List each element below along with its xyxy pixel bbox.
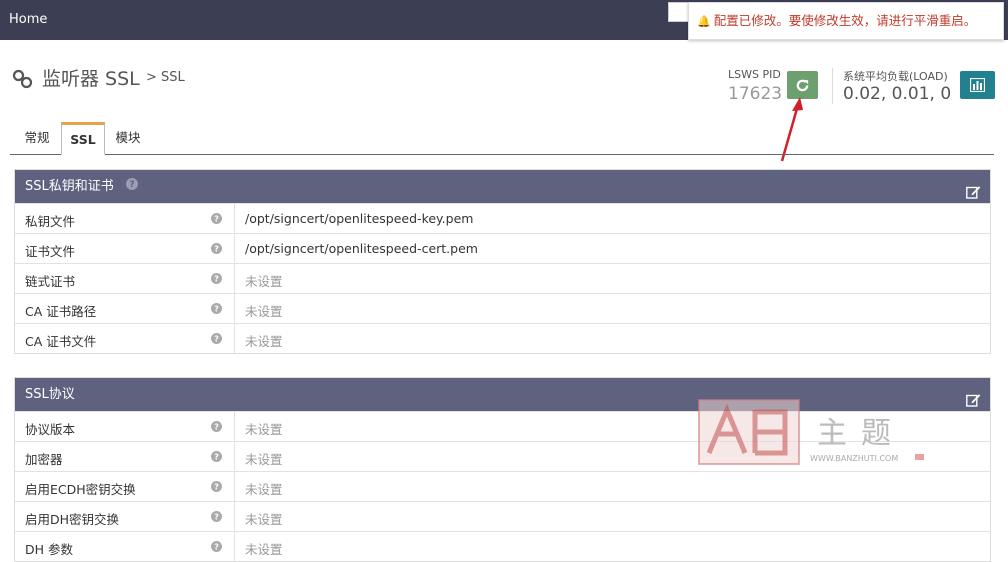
- row-value: 未设置: [245, 422, 283, 437]
- table-row: 启用ECDH密钥交换 ? 未设置: [15, 471, 990, 501]
- row-value: 未设置: [245, 334, 283, 349]
- help-icon[interactable]: ?: [211, 302, 222, 317]
- load-value: 0.02, 0.01, 0: [843, 84, 952, 104]
- help-icon[interactable]: ?: [211, 540, 222, 555]
- table-row: DH 参数 ? 未设置: [15, 531, 990, 561]
- help-icon[interactable]: ?: [211, 242, 222, 257]
- table-row: 启用DH密钥交换 ? 未设置: [15, 501, 990, 531]
- svg-text:?: ?: [214, 421, 219, 431]
- notice-toggle[interactable]: [668, 2, 690, 22]
- watermark-seal-icon: [698, 399, 800, 465]
- row-value: 未设置: [245, 542, 283, 557]
- watermark-text: 主题: [817, 416, 905, 451]
- help-icon[interactable]: ?: [125, 170, 138, 203]
- page-title: 监听器 SSL: [42, 68, 140, 90]
- svg-text:?: ?: [129, 180, 134, 190]
- pid-label: LSWS PID: [728, 68, 781, 81]
- watermark-url: WWW.BANZHUTI.COM: [810, 454, 899, 463]
- table-row: 证书文件 ? /opt/signcert/openlitespeed-cert.…: [15, 233, 990, 263]
- table-row: 私钥文件 ? /opt/signcert/openlitespeed-key.p…: [15, 203, 990, 233]
- tab-bar: 常规 SSL 模块: [10, 122, 994, 155]
- row-label: 私钥文件: [25, 214, 76, 229]
- row-value: 未设置: [245, 512, 283, 527]
- help-icon[interactable]: ?: [211, 420, 222, 435]
- svg-text:?: ?: [214, 273, 219, 283]
- bar-chart-icon: [970, 78, 985, 92]
- header-divider: [832, 68, 833, 104]
- link-icon: [12, 68, 34, 94]
- row-value: 未设置: [245, 482, 283, 497]
- stats-chart-button[interactable]: [960, 71, 995, 99]
- svg-text:?: ?: [214, 243, 219, 253]
- help-icon[interactable]: ?: [211, 510, 222, 525]
- row-label: 加密器: [25, 452, 63, 467]
- row-label: 启用ECDH密钥交换: [25, 482, 136, 497]
- panel-ssl-protocol: SSL协议 协议版本 ? 未设置 加密器 ? 未设置 启用ECDH密钥交换 ? …: [14, 377, 991, 562]
- svg-text:?: ?: [214, 303, 219, 313]
- notice-text: 配置已修改。要使修改生效，请进行平滑重启。: [713, 13, 977, 28]
- table-row: CA 证书路径 ? 未设置: [15, 293, 990, 323]
- tab-general[interactable]: 常规: [12, 122, 62, 153]
- panel-ssl-key-cert: SSL私钥和证书 ? 私钥文件 ? /opt/signcert/openlite…: [14, 169, 991, 354]
- panel-header: SSL协议: [15, 378, 990, 411]
- help-icon[interactable]: ?: [211, 450, 222, 465]
- svg-text:?: ?: [214, 511, 219, 521]
- svg-text:?: ?: [214, 451, 219, 461]
- row-value: 未设置: [245, 452, 283, 467]
- svg-text:?: ?: [214, 481, 219, 491]
- row-value: 未设置: [245, 274, 283, 289]
- panel-title: SSL协议: [25, 387, 75, 402]
- help-icon[interactable]: ?: [211, 272, 222, 287]
- svg-text:?: ?: [214, 541, 219, 551]
- row-label: 链式证书: [25, 274, 76, 289]
- row-label: 证书文件: [25, 244, 76, 259]
- table-row: 链式证书 ? 未设置: [15, 263, 990, 293]
- row-label: 启用DH密钥交换: [25, 512, 120, 527]
- svg-text:?: ?: [214, 213, 219, 223]
- home-link[interactable]: Home: [9, 12, 47, 27]
- row-label: 协议版本: [25, 422, 76, 437]
- panel-title: SSL私钥和证书: [25, 179, 114, 194]
- tab-modules[interactable]: 模块: [104, 122, 152, 153]
- panel-header: SSL私钥和证书 ?: [15, 170, 990, 203]
- refresh-icon: [796, 79, 809, 92]
- help-icon[interactable]: ?: [211, 212, 222, 227]
- row-value: /opt/signcert/openlitespeed-cert.pem: [245, 241, 478, 256]
- watermark: 主题 WWW.BANZHUTI.COM: [697, 398, 924, 470]
- row-value: 未设置: [245, 304, 283, 319]
- row-label: CA 证书文件: [25, 334, 97, 349]
- breadcrumb: > SSL: [146, 70, 185, 85]
- help-icon[interactable]: ?: [211, 332, 222, 347]
- table-row: CA 证书文件 ? 未设置: [15, 323, 990, 353]
- bell-icon: 🔔: [697, 15, 711, 28]
- svg-text:?: ?: [214, 333, 219, 343]
- row-label: CA 证书路径: [25, 304, 97, 319]
- load-label: 系统平均负载(LOAD): [843, 70, 948, 83]
- restart-notice[interactable]: 🔔 配置已修改。要使修改生效，请进行平滑重启。: [688, 2, 1004, 40]
- row-value: /opt/signcert/openlitespeed-key.pem: [245, 211, 474, 226]
- tab-ssl[interactable]: SSL: [61, 122, 105, 155]
- help-icon[interactable]: ?: [211, 480, 222, 495]
- row-label: DH 参数: [25, 542, 73, 557]
